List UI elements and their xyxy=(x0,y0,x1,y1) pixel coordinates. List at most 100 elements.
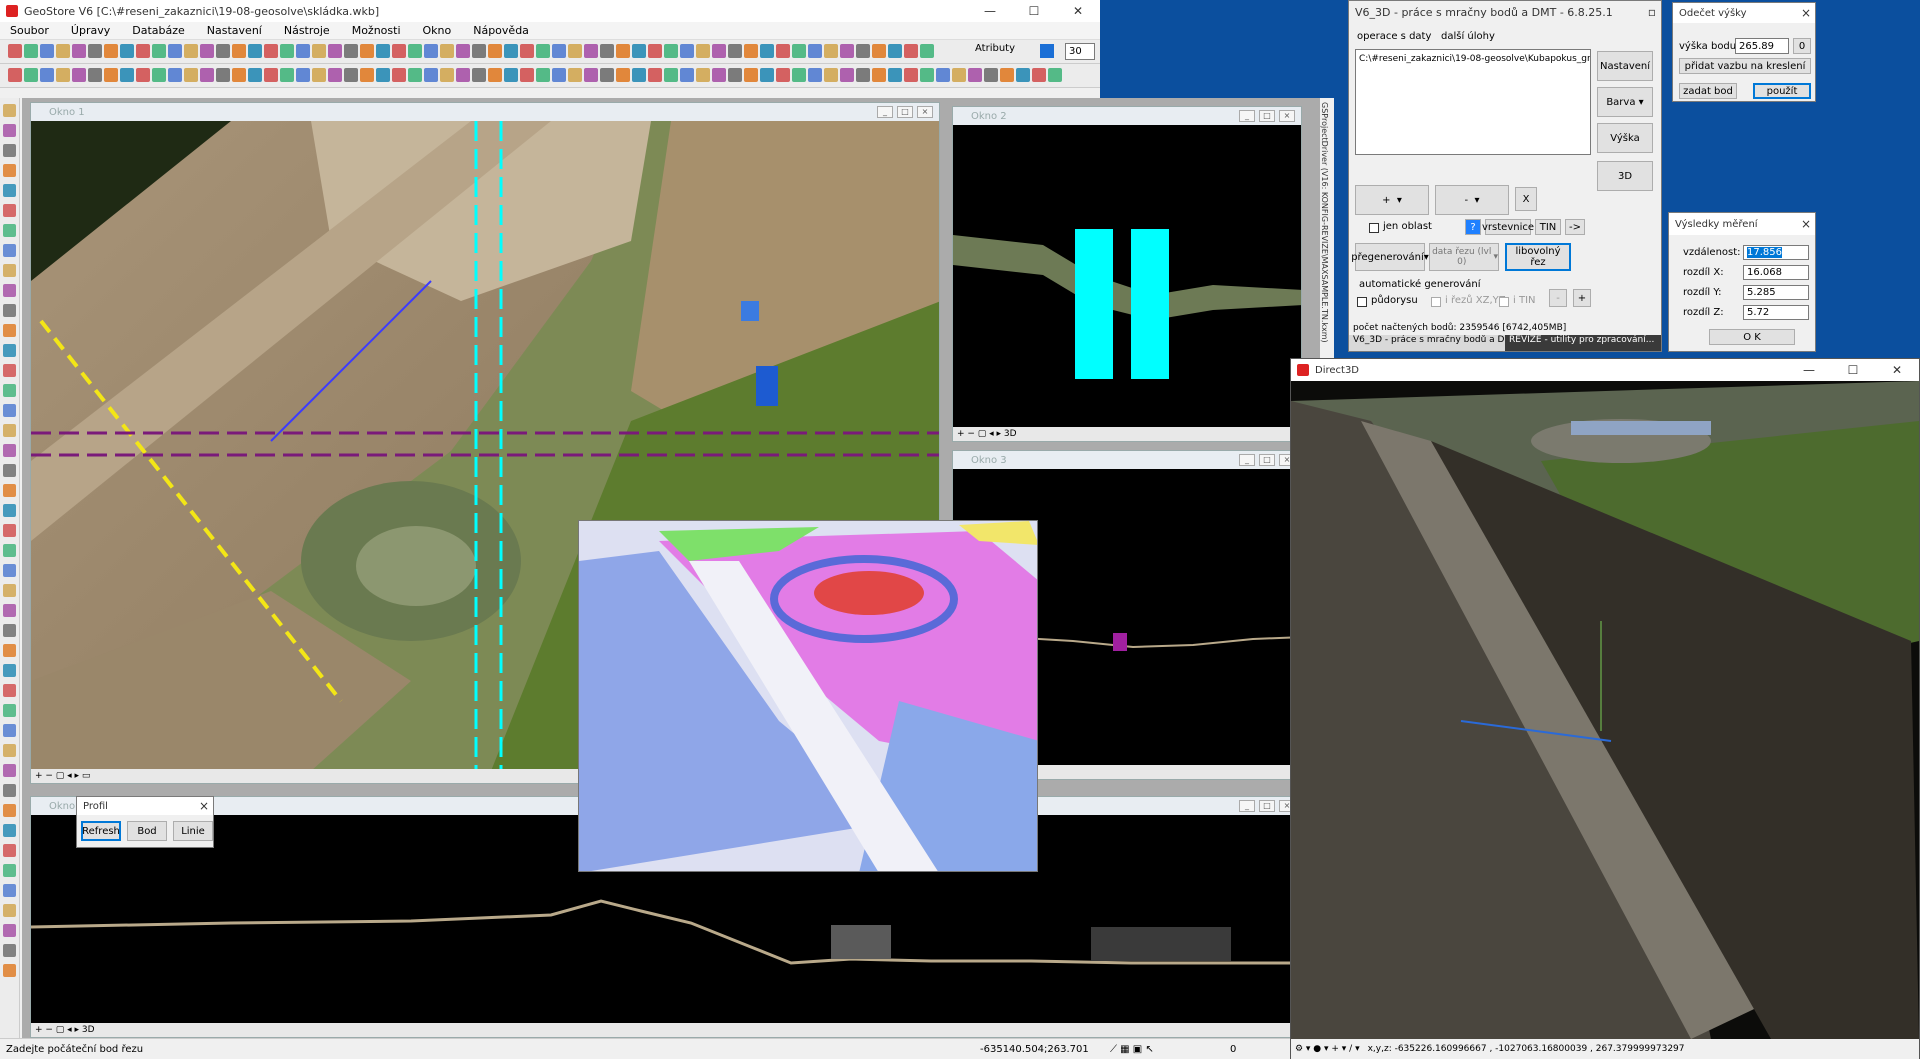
draw-tool-icon[interactable] xyxy=(504,44,518,58)
menu-napoveda[interactable]: Nápověda xyxy=(473,24,529,37)
menu-moznosti[interactable]: Možnosti xyxy=(352,24,401,37)
side-tool-icon[interactable] xyxy=(3,144,16,157)
edit-tool-icon[interactable] xyxy=(376,68,390,82)
draw-tool-icon[interactable] xyxy=(872,44,886,58)
draw-tool-icon[interactable] xyxy=(664,44,678,58)
edit-tool-icon[interactable] xyxy=(808,68,822,82)
edit-tool-icon[interactable] xyxy=(696,68,710,82)
minus-small-button[interactable]: - xyxy=(1549,289,1567,307)
edit-tool-icon[interactable] xyxy=(600,68,614,82)
draw-tool-icon[interactable] xyxy=(648,44,662,58)
draw-tool-icon[interactable] xyxy=(568,44,582,58)
okno1-nav-icons[interactable]: + − ▢ ◂ ▸ ▭ xyxy=(35,771,90,781)
draw-tool-icon[interactable] xyxy=(424,44,438,58)
draw-tool-icon[interactable] xyxy=(904,44,918,58)
linie-button[interactable]: Linie xyxy=(173,821,213,841)
okno3-min-icon[interactable]: _ xyxy=(1239,454,1255,466)
side-tool-icon[interactable] xyxy=(3,504,16,517)
draw-tool-icon[interactable] xyxy=(440,44,454,58)
edit-tool-icon[interactable] xyxy=(824,68,838,82)
edit-tool-icon[interactable] xyxy=(504,68,518,82)
edit-tool-icon[interactable] xyxy=(1000,68,1014,82)
side-tool-icon[interactable] xyxy=(3,944,16,957)
bod-button[interactable]: Bod xyxy=(127,821,167,841)
menu-nastaveni[interactable]: Nastavení xyxy=(207,24,262,37)
edit-tool-icon[interactable] xyxy=(424,68,438,82)
edit-tool-icon[interactable] xyxy=(104,68,118,82)
draw-tool-icon[interactable] xyxy=(392,44,406,58)
side-tool-icon[interactable] xyxy=(3,884,16,897)
direct3d-close-icon[interactable]: ✕ xyxy=(1875,363,1919,377)
okno2-view[interactable] xyxy=(953,125,1302,429)
side-tool-icon[interactable] xyxy=(3,764,16,777)
direct3d-scene[interactable] xyxy=(1291,381,1919,1039)
draw-tool-icon[interactable] xyxy=(360,44,374,58)
side-tool-icon[interactable] xyxy=(3,804,16,817)
draw-tool-icon[interactable] xyxy=(24,44,38,58)
edit-tool-icon[interactable] xyxy=(408,68,422,82)
menu-nastroje[interactable]: Nástroje xyxy=(284,24,330,37)
atributy-button[interactable]: Atributy xyxy=(975,43,1015,54)
side-tool-icon[interactable] xyxy=(3,964,16,977)
side-tool-icon[interactable] xyxy=(3,664,16,677)
edit-tool-icon[interactable] xyxy=(616,68,630,82)
side-tool-icon[interactable] xyxy=(3,424,16,437)
side-tool-icon[interactable] xyxy=(3,344,16,357)
pridat-vazbu-button[interactable]: přidat vazbu na kreslení xyxy=(1679,58,1811,74)
edit-tool-icon[interactable] xyxy=(120,68,134,82)
draw-tool-icon[interactable] xyxy=(632,44,646,58)
draw-tool-icon[interactable] xyxy=(136,44,150,58)
v6-path-field[interactable]: C:\#reseni_zakaznici\19-08-geosolve\Kuba… xyxy=(1355,49,1591,155)
plus-small-button[interactable]: + xyxy=(1573,289,1591,307)
edit-tool-icon[interactable] xyxy=(360,68,374,82)
edit-tool-icon[interactable] xyxy=(632,68,646,82)
side-tool-icon[interactable] xyxy=(3,784,16,797)
draw-tool-icon[interactable] xyxy=(296,44,310,58)
draw-tool-icon[interactable] xyxy=(584,44,598,58)
okno4-nav-icons[interactable]: + − ▢ ◂ ▸ 3D xyxy=(35,1025,95,1035)
okno1-min-icon[interactable]: _ xyxy=(877,106,893,118)
edit-tool-icon[interactable] xyxy=(312,68,326,82)
draw-tool-icon[interactable] xyxy=(40,44,54,58)
direct3d-tool-icons[interactable]: ⚙ ▾ ● ▾ + ▾ / ▾ xyxy=(1295,1044,1360,1054)
side-tool-icon[interactable] xyxy=(3,644,16,657)
window-okno2[interactable]: Okno 2 _ □ × + − ▢ ◂ ▸ 3D xyxy=(952,106,1302,442)
edit-tool-icon[interactable] xyxy=(200,68,214,82)
side-tool-icon[interactable] xyxy=(3,244,16,257)
edit-tool-icon[interactable] xyxy=(24,68,38,82)
ok-button[interactable]: O K xyxy=(1709,329,1795,345)
v6-tab-operace[interactable]: operace s daty xyxy=(1357,31,1431,42)
edit-tool-icon[interactable] xyxy=(216,68,230,82)
line-width-input[interactable]: 30 xyxy=(1065,43,1095,60)
refresh-button[interactable]: Refresh xyxy=(81,821,121,841)
side-tool-icon[interactable] xyxy=(3,584,16,597)
vyska-bodu-input[interactable]: 265.89 xyxy=(1735,38,1789,54)
side-tool-icon[interactable] xyxy=(3,284,16,297)
draw-tool-icon[interactable] xyxy=(88,44,102,58)
draw-tool-icon[interactable] xyxy=(248,44,262,58)
draw-tool-icon[interactable] xyxy=(808,44,822,58)
edit-tool-icon[interactable] xyxy=(296,68,310,82)
edit-tool-icon[interactable] xyxy=(456,68,470,82)
menu-okno[interactable]: Okno xyxy=(423,24,452,37)
edit-tool-icon[interactable] xyxy=(728,68,742,82)
side-tool-icon[interactable] xyxy=(3,864,16,877)
x-button[interactable]: X xyxy=(1515,187,1537,211)
edit-tool-icon[interactable] xyxy=(776,68,790,82)
draw-tool-icon[interactable] xyxy=(744,44,758,58)
draw-tool-icon[interactable] xyxy=(8,44,22,58)
edit-tool-icon[interactable] xyxy=(968,68,982,82)
draw-tool-icon[interactable] xyxy=(200,44,214,58)
edit-tool-icon[interactable] xyxy=(56,68,70,82)
zadat-bod-button[interactable]: zadat bod xyxy=(1679,83,1737,99)
data-rezu-combo[interactable]: data řezu (lvl 0) ▾ xyxy=(1429,243,1499,271)
side-tool-icon[interactable] xyxy=(3,104,16,117)
draw-tool-icon[interactable] xyxy=(712,44,726,58)
i-tin-checkbox[interactable] xyxy=(1499,297,1509,307)
menu-upravy[interactable]: Úpravy xyxy=(71,24,110,37)
side-tool-icon[interactable] xyxy=(3,184,16,197)
draw-tool-icon[interactable] xyxy=(104,44,118,58)
side-tool-icon[interactable] xyxy=(3,904,16,917)
draw-tool-icon[interactable] xyxy=(312,44,326,58)
okno1-max-icon[interactable]: □ xyxy=(897,106,913,118)
